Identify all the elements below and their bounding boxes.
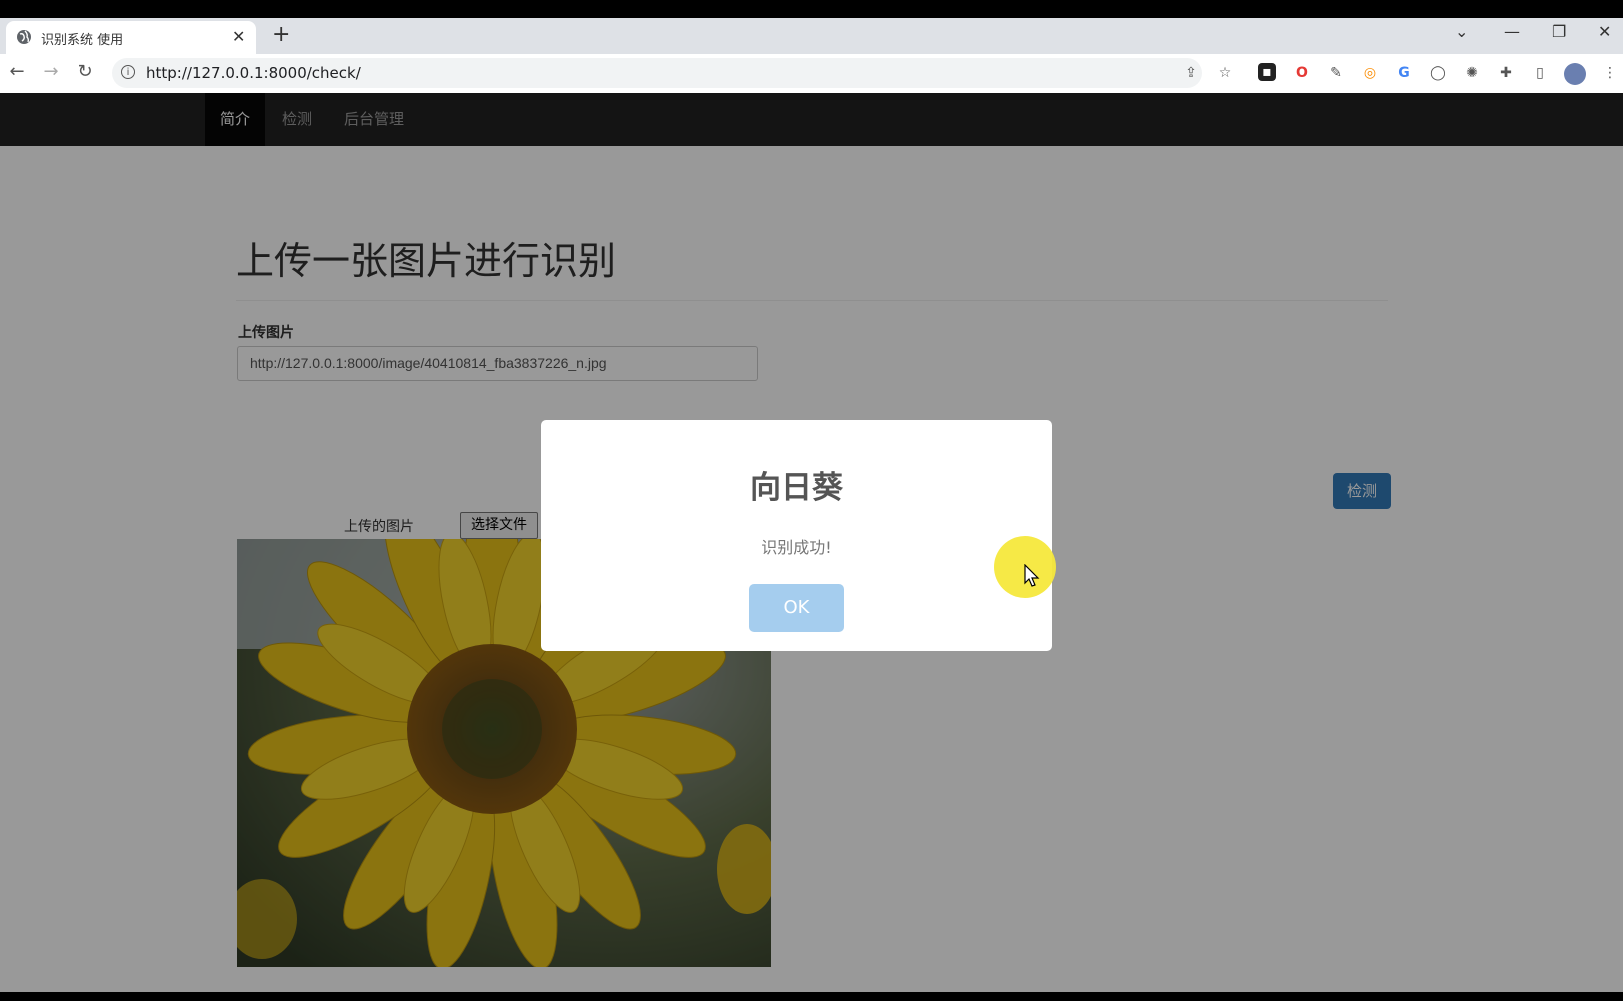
extension-icon-4[interactable]: ◎: [1360, 63, 1380, 83]
new-tab-icon[interactable]: +: [272, 22, 290, 47]
minimize-icon[interactable]: —: [1504, 22, 1520, 41]
extensions-puzzle-icon[interactable]: ✚: [1496, 63, 1516, 83]
side-panel-icon[interactable]: ▯: [1530, 63, 1550, 83]
menu-kebab-icon[interactable]: ⋮: [1600, 63, 1620, 83]
tab-strip: 识别系统 使用 ✕ + ⌄ — ❐ ✕: [0, 18, 1623, 54]
extension-icon-1[interactable]: ▪: [1258, 63, 1276, 81]
bookmark-star-icon[interactable]: ☆: [1215, 63, 1235, 83]
extension-icon-6[interactable]: ✺: [1462, 63, 1482, 83]
restore-icon[interactable]: ❐: [1552, 22, 1566, 41]
extension-icon-5[interactable]: ◯: [1428, 63, 1448, 83]
site-info-icon[interactable]: i: [121, 65, 135, 79]
dialog-title: 向日葵: [750, 470, 843, 506]
mouse-pointer-icon: [1024, 564, 1040, 587]
tab-close-icon[interactable]: ✕: [232, 27, 245, 46]
address-toolbar: ← → ↻ i http://127.0.0.1:8000/check/ ⇪ ☆…: [0, 54, 1623, 94]
address-url: http://127.0.0.1:8000/check/: [146, 64, 361, 82]
address-bar[interactable]: i http://127.0.0.1:8000/check/: [112, 58, 1202, 88]
extension-icon-2[interactable]: O: [1292, 63, 1312, 83]
share-icon[interactable]: ⇪: [1181, 63, 1201, 83]
alert-dialog: 向日葵 识别成功! OK: [541, 420, 1052, 651]
forward-icon[interactable]: →: [41, 62, 61, 82]
extension-icon-3[interactable]: ✎: [1326, 63, 1346, 83]
dialog-message: 识别成功!: [761, 538, 832, 557]
reload-icon[interactable]: ↻: [75, 62, 95, 82]
back-icon[interactable]: ←: [7, 62, 27, 82]
ok-button[interactable]: OK: [749, 584, 844, 632]
translate-icon[interactable]: G: [1394, 63, 1414, 83]
tab-search-icon[interactable]: ⌄: [1455, 22, 1468, 41]
tab-title: 识别系统 使用: [41, 33, 124, 48]
globe-icon: [17, 30, 31, 44]
browser-tab[interactable]: 识别系统 使用 ✕: [6, 21, 256, 54]
profile-avatar[interactable]: [1564, 63, 1586, 85]
window-close-icon[interactable]: ✕: [1598, 22, 1611, 41]
